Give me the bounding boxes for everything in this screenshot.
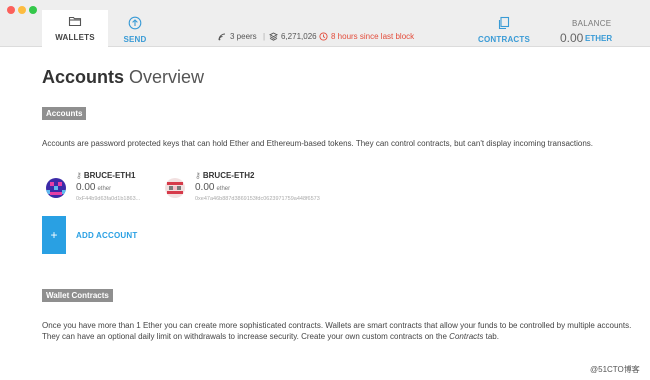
folder-icon xyxy=(68,16,82,27)
account-identicon xyxy=(165,178,185,198)
tab-contracts[interactable]: CONTRACTS xyxy=(478,12,530,47)
tab-wallets-label: WALLETS xyxy=(55,33,95,42)
page-title-light: Overview xyxy=(129,67,205,87)
status-separator: | xyxy=(263,32,266,41)
block-number-status: 6,271,026 xyxy=(269,32,317,41)
close-window-button[interactable] xyxy=(7,6,15,14)
balance-label: BALANCE xyxy=(572,19,612,28)
page-title: Accounts Overview xyxy=(42,67,204,88)
peers-status: 3 peers xyxy=(218,32,257,41)
signal-icon xyxy=(218,33,226,40)
account-balance: 0.00 xyxy=(195,182,215,193)
account-balance: 0.00 xyxy=(76,182,96,193)
contracts-tab-reference: Contracts xyxy=(449,332,484,341)
peers-count: 3 peers xyxy=(230,32,257,41)
balance-value: 0.00 xyxy=(560,31,584,45)
key-icon: ⚷ xyxy=(76,171,82,180)
tab-send-label: SEND xyxy=(123,35,147,44)
account-name: BRUCE-ETH1 xyxy=(83,171,136,180)
clock-icon xyxy=(319,32,328,41)
wallet-description-line2: They can have an optional daily limit on… xyxy=(42,332,499,341)
accounts-section-heading: Accounts xyxy=(42,107,87,120)
account-identicon xyxy=(46,178,66,198)
zoom-window-button[interactable] xyxy=(29,6,37,14)
add-account-link[interactable]: ADD ACCOUNT xyxy=(76,231,137,240)
tab-send[interactable]: SEND xyxy=(118,12,152,47)
balance-unit[interactable]: ETHER xyxy=(585,34,612,43)
page-title-strong: Accounts xyxy=(42,67,125,87)
account-card[interactable]: ⚷ BRUCE-ETH2 0.00 ether 0xe47a46b887d38691… xyxy=(165,170,345,206)
last-block-status: 8 hours since last block xyxy=(319,32,414,41)
account-card[interactable]: ⚷ BRUCE-ETH1 0.00 ether 0xF44b9d63fa0d1b18… xyxy=(46,170,166,206)
last-block-time: 8 hours since last block xyxy=(331,32,415,41)
minimize-window-button[interactable] xyxy=(18,6,26,14)
account-address: 0xF44b9d63fa0d1b1863... xyxy=(76,196,141,202)
documents-icon xyxy=(498,16,510,30)
watermark: @51CTO博客 xyxy=(590,365,640,374)
wallet-contracts-section-heading: Wallet Contracts xyxy=(42,289,113,302)
tab-wallets[interactable]: WALLETS xyxy=(42,10,108,48)
arrow-up-circle-icon xyxy=(128,16,142,30)
wallet-contracts-description: Once you have more than 1 Ether you can … xyxy=(42,320,642,342)
tab-contracts-label: CONTRACTS xyxy=(478,35,531,44)
accounts-description: Accounts are password protected keys tha… xyxy=(42,139,594,148)
layers-icon xyxy=(269,32,278,41)
block-number: 6,271,026 xyxy=(281,32,317,41)
account-balance-unit: ether xyxy=(216,186,231,192)
account-balance-unit: ether xyxy=(97,186,112,192)
wallet-description-line1: Once you have more than 1 Ether you can … xyxy=(42,321,632,330)
account-name: BRUCE-ETH2 xyxy=(202,171,255,180)
key-icon: ⚷ xyxy=(195,171,201,180)
add-account-button[interactable]: + xyxy=(42,216,66,254)
account-address: 0xe47a46b887d3869153fdc0623971759a448f65… xyxy=(195,196,320,202)
plus-icon: + xyxy=(50,228,58,242)
window-header: WALLETS SEND 3 peers | 6,271,026 8 hours… xyxy=(0,0,650,48)
